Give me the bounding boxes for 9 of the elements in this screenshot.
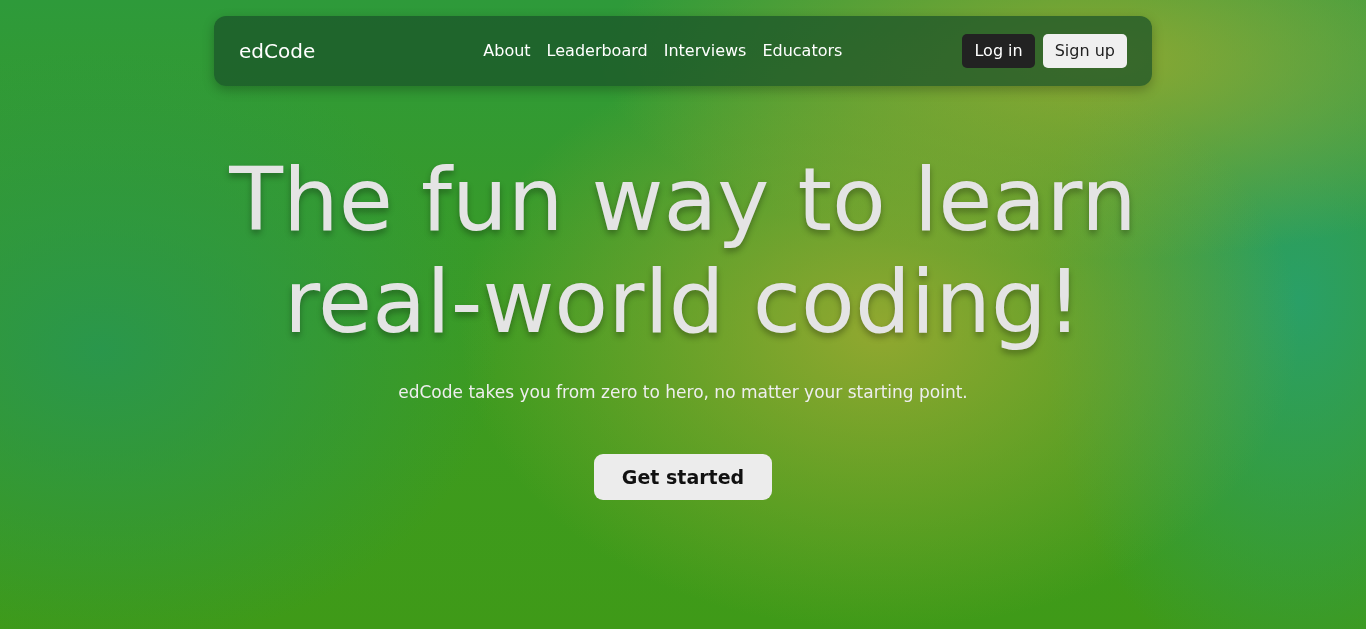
- get-started-button[interactable]: Get started: [593, 453, 773, 500]
- hero-subtitle: edCode takes you from zero to hero, no matter your starting point.: [397, 381, 969, 404]
- sign-up-button[interactable]: Sign up: [1042, 34, 1127, 68]
- nav-link[interactable]: Educators: [762, 39, 843, 63]
- brand-name[interactable]: edCode: [239, 36, 316, 66]
- nav-link[interactable]: Interviews: [663, 39, 747, 63]
- log-in-button[interactable]: Log in: [962, 34, 1035, 68]
- nav-link[interactable]: About: [483, 39, 531, 63]
- nav-link[interactable]: Leaderboard: [546, 39, 648, 63]
